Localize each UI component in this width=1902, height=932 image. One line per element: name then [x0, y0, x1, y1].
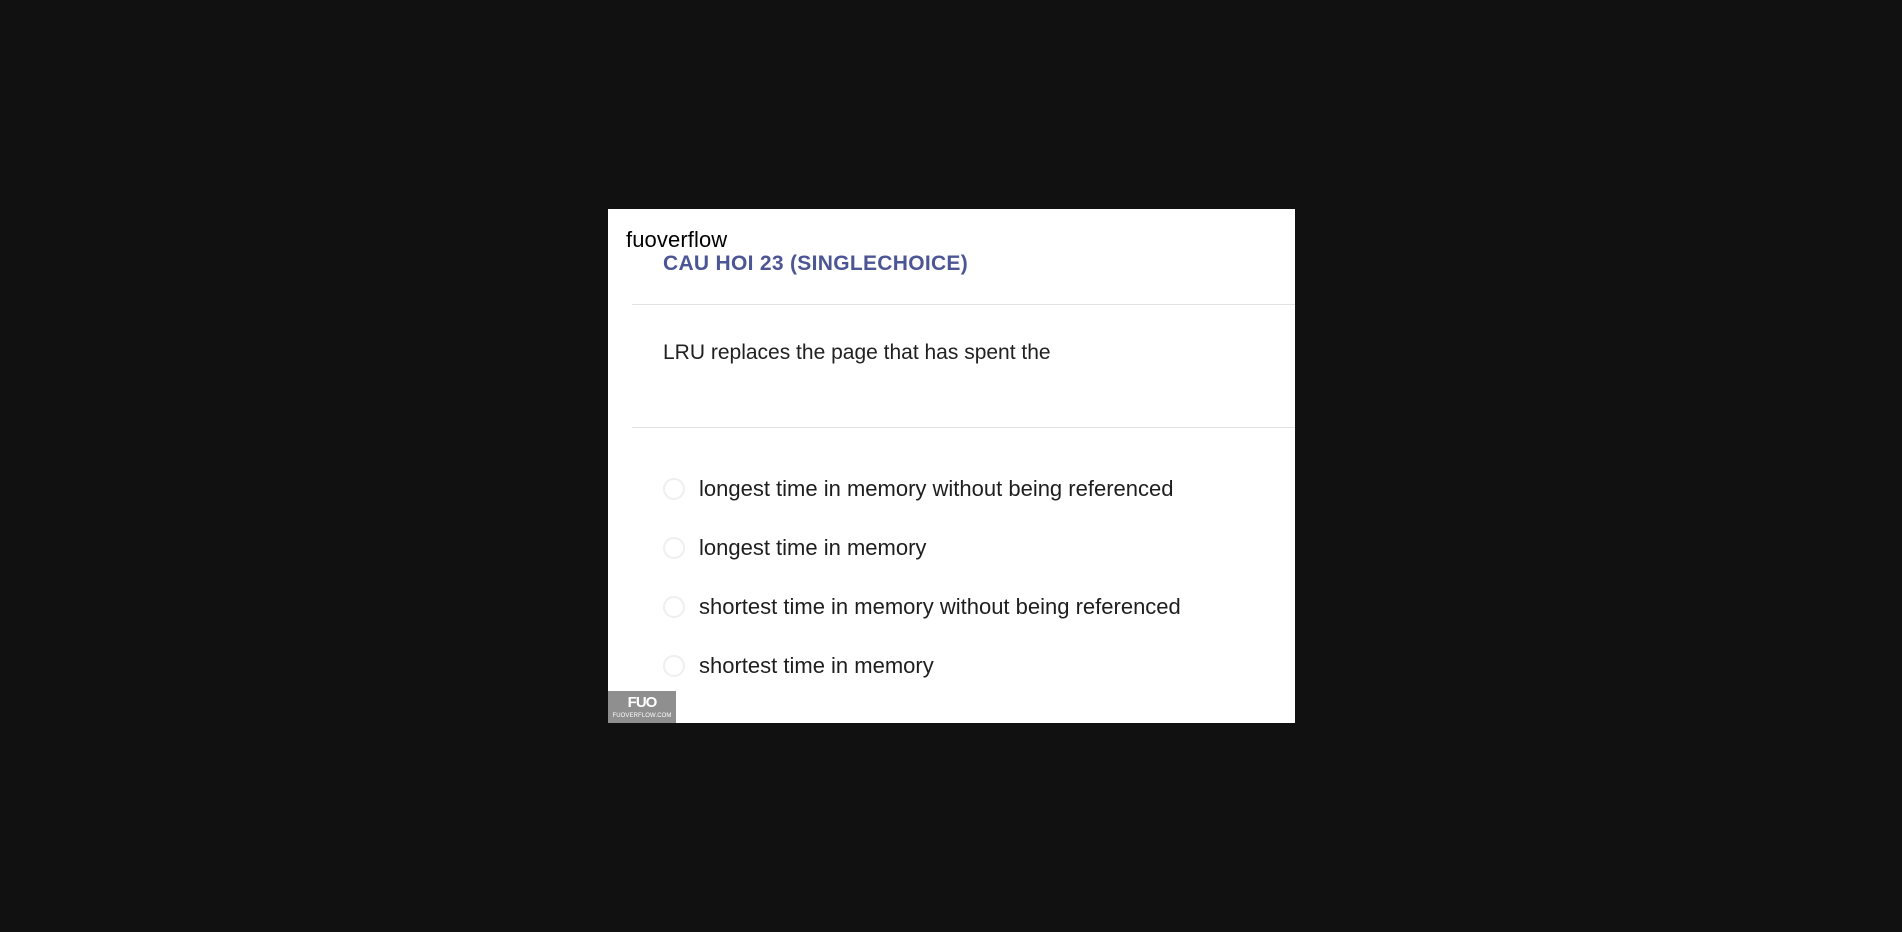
question-panel: fuoverflow CAU HOI 23 (SINGLECHOICE) LRU…: [608, 209, 1295, 723]
answer-option[interactable]: shortest time in memory without being re…: [663, 577, 1181, 636]
radio-button[interactable]: [663, 654, 685, 677]
divider-bottom: [632, 427, 1295, 428]
answer-options: longest time in memory without being ref…: [663, 459, 1181, 695]
fuoverflow-logo: FUO FUOVERFLOW.COM: [608, 691, 676, 723]
answer-option-label: shortest time in memory without being re…: [699, 593, 1181, 619]
question-text: LRU replaces the page that has spent the: [663, 341, 1051, 364]
answer-option[interactable]: longest time in memory without being ref…: [663, 459, 1181, 518]
question-title: CAU HOI 23 (SINGLECHOICE): [663, 252, 969, 275]
answer-option[interactable]: longest time in memory: [663, 518, 1181, 577]
radio-button[interactable]: [663, 477, 685, 500]
image-viewer: fuoverflow CAU HOI 23 (SINGLECHOICE) LRU…: [0, 0, 1902, 932]
radio-button[interactable]: [663, 536, 685, 559]
divider-top: [632, 304, 1295, 305]
site-name: fuoverflow: [626, 227, 728, 252]
logo-subtext: FUOVERFLOW.COM: [612, 713, 672, 719]
logo-mark: FUO: [627, 694, 658, 711]
answer-option-label: longest time in memory: [699, 534, 927, 560]
answer-option[interactable]: shortest time in memory: [663, 636, 1181, 695]
answer-option-label: shortest time in memory: [699, 652, 934, 678]
radio-button[interactable]: [663, 595, 685, 618]
answer-option-label: longest time in memory without being ref…: [699, 475, 1174, 501]
